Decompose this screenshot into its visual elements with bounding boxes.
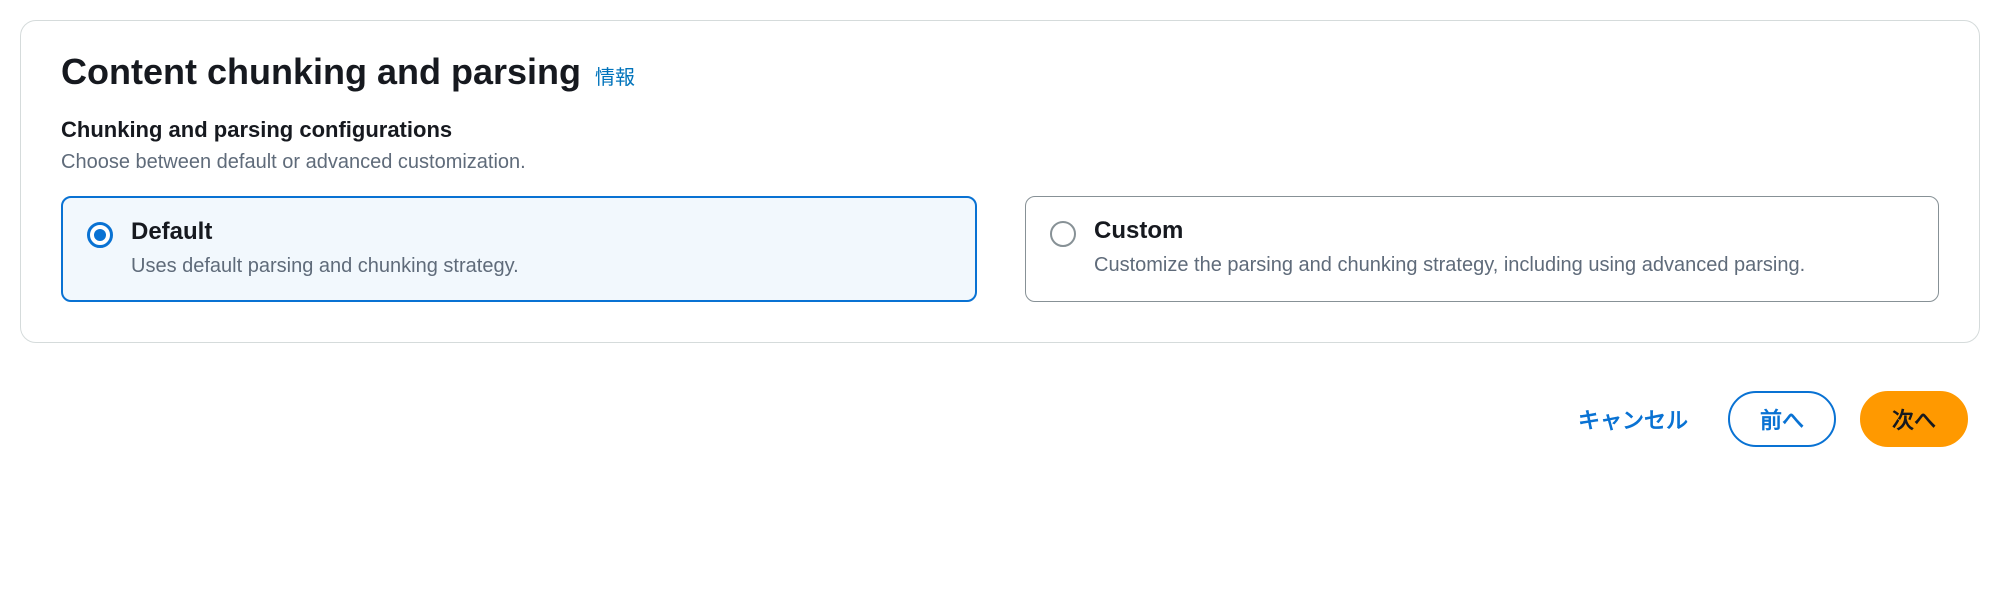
option-custom-text: Custom Customize the parsing and chunkin… [1094,217,1914,279]
cancel-button[interactable]: キャンセル [1562,393,1704,445]
option-default-text: Default Uses default parsing and chunkin… [131,218,951,280]
option-custom-title: Custom [1094,217,1914,245]
content-chunking-panel: Content chunking and parsing 情報 Chunking… [20,20,1980,343]
config-sub-heading: Chunking and parsing configurations [61,117,1939,143]
footer-actions: キャンセル 前へ 次へ [20,391,1980,447]
panel-header: Content chunking and parsing 情報 [61,51,1939,93]
radio-default[interactable] [87,222,113,248]
panel-title: Content chunking and parsing [61,51,581,93]
config-sub-desc: Choose between default or advanced custo… [61,151,1939,174]
option-custom[interactable]: Custom Customize the parsing and chunkin… [1025,196,1939,302]
previous-button[interactable]: 前へ [1728,391,1836,447]
radio-custom[interactable] [1050,221,1076,247]
option-default[interactable]: Default Uses default parsing and chunkin… [61,196,977,302]
radio-default-inner [94,229,106,241]
options-row: Default Uses default parsing and chunkin… [61,196,1939,302]
info-link[interactable]: 情報 [595,61,635,90]
option-default-title: Default [131,218,951,246]
next-button[interactable]: 次へ [1860,391,1968,447]
option-custom-desc: Customize the parsing and chunking strat… [1094,251,1914,279]
option-default-desc: Uses default parsing and chunking strate… [131,252,951,280]
